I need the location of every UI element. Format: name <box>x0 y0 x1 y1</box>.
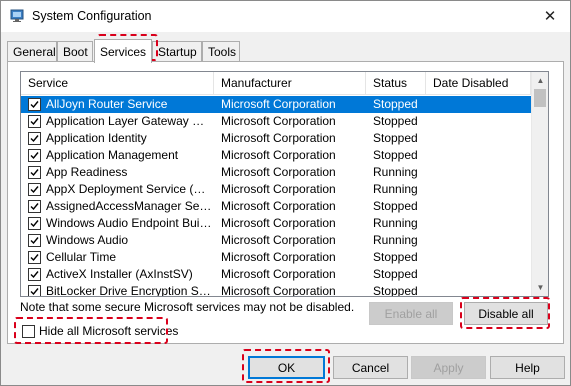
service-name: Application Identity <box>46 131 147 145</box>
scroll-down-icon[interactable]: ▼ <box>532 279 548 296</box>
service-status: Stopped <box>373 114 418 128</box>
disable-all-button[interactable]: Disable all <box>464 302 548 325</box>
service-row[interactable]: Application Management Microsoft Corporat… <box>21 147 531 164</box>
secure-services-note: Note that some secure Microsoft services… <box>20 300 355 314</box>
service-status: Running <box>373 165 418 179</box>
system-configuration-window: System Configuration ✕ General Boot Serv… <box>0 0 571 386</box>
service-row[interactable]: ActiveX Installer (AxInstSV) Microsoft Co… <box>21 266 531 283</box>
service-manufacturer: Microsoft Corporation <box>221 131 336 145</box>
ok-button[interactable]: OK <box>248 356 325 379</box>
cancel-button[interactable]: Cancel <box>333 356 408 379</box>
hide-microsoft-services-checkbox[interactable]: Hide all Microsoft services <box>22 323 178 339</box>
service-checkbox[interactable] <box>28 115 41 128</box>
tab-general[interactable]: General <box>7 41 57 61</box>
service-manufacturer: Microsoft Corporation <box>221 233 336 247</box>
service-status: Stopped <box>373 284 418 297</box>
enable-all-button[interactable]: Enable all <box>369 302 453 325</box>
service-checkbox[interactable] <box>28 217 41 230</box>
service-manufacturer: Microsoft Corporation <box>221 97 336 111</box>
scroll-thumb[interactable] <box>534 89 546 107</box>
service-manufacturer: Microsoft Corporation <box>221 267 336 281</box>
service-status: Stopped <box>373 199 418 213</box>
close-button[interactable]: ✕ <box>530 1 570 31</box>
checkbox-box[interactable] <box>22 324 35 338</box>
service-manufacturer: Microsoft Corporation <box>221 199 336 213</box>
service-name: AssignedAccessManager Service <box>46 199 212 213</box>
service-row[interactable]: App Readiness Microsoft Corporation Runnin… <box>21 164 531 181</box>
service-manufacturer: Microsoft Corporation <box>221 250 336 264</box>
service-status: Stopped <box>373 148 418 162</box>
service-status: Running <box>373 216 418 230</box>
service-row[interactable]: AssignedAccessManager Service Microsoft C… <box>21 198 531 215</box>
service-name: AppX Deployment Service (AppX... <box>46 182 212 196</box>
service-manufacturer: Microsoft Corporation <box>221 182 336 196</box>
tab-services[interactable]: Services <box>94 39 152 63</box>
scroll-up-icon[interactable]: ▲ <box>532 72 548 89</box>
service-checkbox[interactable] <box>28 183 41 196</box>
service-status: Stopped <box>373 97 418 111</box>
column-header-manufacturer[interactable]: Manufacturer <box>214 72 366 95</box>
service-manufacturer: Microsoft Corporation <box>221 114 336 128</box>
column-header-service[interactable]: Service <box>21 72 214 95</box>
service-row[interactable]: BitLocker Drive Encryption Service Micros… <box>21 283 531 297</box>
service-checkbox[interactable] <box>28 149 41 162</box>
service-checkbox[interactable] <box>28 268 41 281</box>
service-status: Stopped <box>373 250 418 264</box>
service-checkbox[interactable] <box>28 166 41 179</box>
service-manufacturer: Microsoft Corporation <box>221 216 336 230</box>
column-header-date-disabled[interactable]: Date Disabled <box>426 72 531 95</box>
service-status: Running <box>373 233 418 247</box>
tab-startup[interactable]: Startup <box>152 41 202 61</box>
list-header: Service Manufacturer Status Date Disable… <box>21 72 531 95</box>
service-row[interactable]: Windows Audio Endpoint Builder Microsoft … <box>21 215 531 232</box>
apply-button[interactable]: Apply <box>411 356 486 379</box>
title-bar: System Configuration ✕ <box>1 1 570 32</box>
service-name: Cellular Time <box>46 250 117 264</box>
service-row[interactable]: Cellular Time Microsoft Corporation Stoppe… <box>21 249 531 266</box>
tab-boot[interactable]: Boot <box>57 41 93 61</box>
service-row[interactable]: AllJoyn Router Service Microsoft Corporat… <box>21 96 531 113</box>
service-name: Windows Audio <box>46 233 129 247</box>
service-row[interactable]: Application Identity Microsoft Corporatio… <box>21 130 531 147</box>
service-name: App Readiness <box>46 165 128 179</box>
service-checkbox[interactable] <box>28 200 41 213</box>
service-row[interactable]: Application Layer Gateway Service Microso… <box>21 113 531 130</box>
service-manufacturer: Microsoft Corporation <box>221 148 336 162</box>
service-name: BitLocker Drive Encryption Service <box>46 284 212 297</box>
service-name: Application Management <box>46 148 179 162</box>
service-checkbox[interactable] <box>28 285 41 296</box>
tab-tools[interactable]: Tools <box>202 41 240 61</box>
column-header-status[interactable]: Status <box>366 72 426 95</box>
msconfig-app-icon <box>10 9 24 23</box>
service-status: Stopped <box>373 267 418 281</box>
service-status: Stopped <box>373 131 418 145</box>
service-status: Running <box>373 182 418 196</box>
service-row[interactable]: AppX Deployment Service (AppX... Microsof… <box>21 181 531 198</box>
services-rows: AllJoyn Router Service Microsoft Corporat… <box>21 96 531 297</box>
services-list[interactable]: Service Manufacturer Status Date Disable… <box>20 71 549 297</box>
service-checkbox[interactable] <box>28 98 41 111</box>
service-manufacturer: Microsoft Corporation <box>221 165 336 179</box>
service-checkbox[interactable] <box>28 132 41 145</box>
window-title: System Configuration <box>32 9 152 23</box>
service-checkbox[interactable] <box>28 234 41 247</box>
service-name: Windows Audio Endpoint Builder <box>46 216 212 230</box>
service-name: Application Layer Gateway Service <box>46 114 212 128</box>
service-manufacturer: Microsoft Corporation <box>221 284 336 297</box>
service-name: AllJoyn Router Service <box>46 97 168 111</box>
service-checkbox[interactable] <box>28 251 41 264</box>
service-row[interactable]: Windows Audio Microsoft Corporation Runnin… <box>21 232 531 249</box>
hide-microsoft-services-label: Hide all Microsoft services <box>39 324 179 338</box>
service-name: ActiveX Installer (AxInstSV) <box>46 267 193 281</box>
close-icon: ✕ <box>543 8 557 25</box>
help-button[interactable]: Help <box>490 356 565 379</box>
vertical-scrollbar[interactable]: ▲ ▼ <box>531 72 548 296</box>
